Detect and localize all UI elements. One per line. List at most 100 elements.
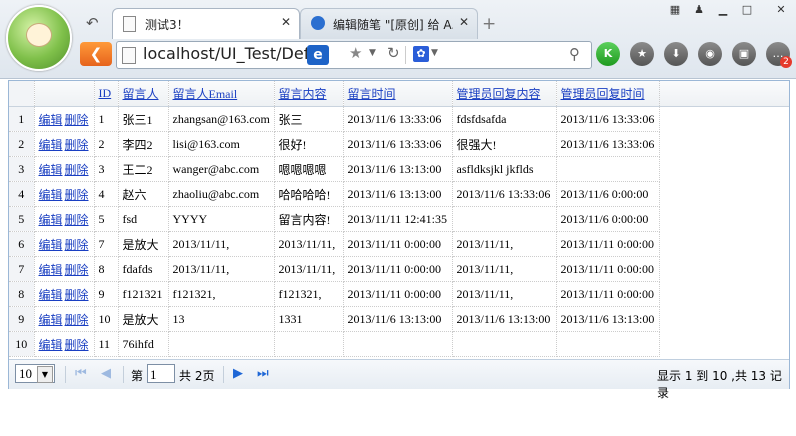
back-button[interactable]: ❮ bbox=[80, 42, 112, 66]
cell-reply-time: 2013/11/6 13:13:00 bbox=[556, 306, 660, 332]
close-window-button[interactable]: ✕ bbox=[768, 2, 794, 18]
minimize-button[interactable]: ▁ bbox=[712, 2, 734, 18]
header-content[interactable]: 留言内容 bbox=[274, 81, 344, 107]
address-url[interactable]: localhost/UI_Test/Defa bbox=[143, 44, 307, 63]
delete-link[interactable]: 删除 bbox=[65, 188, 89, 202]
edit-link[interactable]: 编辑 bbox=[39, 113, 63, 127]
edit-link[interactable]: 编辑 bbox=[39, 163, 63, 177]
notification-badge: 2 bbox=[780, 56, 792, 68]
divider bbox=[223, 366, 224, 383]
prev-page-icon[interactable]: ◀ bbox=[101, 366, 111, 381]
cell-reply: fdsfdsafda bbox=[452, 106, 557, 132]
header-name[interactable]: 留言人 bbox=[118, 81, 169, 107]
row-number: 8 bbox=[9, 281, 35, 307]
edit-link[interactable]: 编辑 bbox=[39, 238, 63, 252]
gamepad-icon[interactable]: ◉ bbox=[698, 42, 722, 66]
edit-link[interactable]: 编辑 bbox=[39, 263, 63, 277]
delete-link[interactable]: 删除 bbox=[65, 338, 89, 352]
chevron-down-icon[interactable]: ▼ bbox=[369, 48, 376, 58]
maximize-button[interactable]: □ bbox=[736, 2, 758, 18]
cell-reply-time: 2013/11/6 0:00:00 bbox=[556, 181, 660, 207]
row-number: 10 bbox=[9, 331, 35, 357]
chevron-down-icon[interactable]: ▼ bbox=[37, 366, 53, 383]
download-icon[interactable]: ⬇ bbox=[664, 42, 688, 66]
page-size-select[interactable]: 10 ▼ bbox=[15, 364, 55, 383]
browser-logo[interactable] bbox=[6, 5, 72, 71]
header-time[interactable]: 留言时间 bbox=[343, 81, 453, 107]
new-tab-button[interactable]: + bbox=[482, 14, 496, 34]
cell-id: 10 bbox=[94, 306, 119, 332]
sort-link[interactable]: 管理员回复内容 bbox=[457, 87, 541, 101]
page-size-value: 10 bbox=[19, 366, 32, 381]
row-number: 6 bbox=[9, 231, 35, 257]
cell-id: 7 bbox=[94, 231, 119, 257]
grid-view-icon[interactable]: ▦ bbox=[664, 2, 686, 18]
sort-link[interactable]: 留言时间 bbox=[348, 87, 396, 101]
app-box-icon[interactable]: ▣ bbox=[732, 42, 756, 66]
ie-mode-icon[interactable]: e bbox=[307, 45, 329, 65]
edit-link[interactable]: 编辑 bbox=[39, 288, 63, 302]
edit-link[interactable]: 编辑 bbox=[39, 213, 63, 227]
message-grid: ID 留言人 留言人Email 留言内容 留言时间 管理员回复内容 管理员回复时… bbox=[8, 80, 790, 400]
sort-link[interactable]: 管理员回复时间 bbox=[561, 87, 645, 101]
cell-reply-time: 2013/11/11 0:00:00 bbox=[556, 231, 660, 257]
sort-link[interactable]: 留言人Email bbox=[173, 87, 238, 101]
edit-link[interactable]: 编辑 bbox=[39, 313, 63, 327]
tab-close-icon[interactable]: ✕ bbox=[281, 15, 291, 29]
cell-reply: 很强大! bbox=[452, 131, 557, 157]
first-page-icon[interactable]: ⏮ bbox=[75, 366, 87, 381]
cell-content: f121321, bbox=[274, 281, 344, 307]
cell-email: zhangsan@163.com bbox=[168, 106, 275, 132]
cell-email: f121321, bbox=[168, 281, 275, 307]
header-email[interactable]: 留言人Email bbox=[168, 81, 275, 107]
cell-email: wanger@abc.com bbox=[168, 156, 275, 182]
chevron-down-icon[interactable]: ▼ bbox=[431, 48, 438, 58]
delete-link[interactable]: 删除 bbox=[65, 163, 89, 177]
tab-active[interactable]: 测试3！ ✕ bbox=[112, 8, 300, 39]
delete-link[interactable]: 删除 bbox=[65, 113, 89, 127]
undo-close-tab-icon[interactable]: ↶ bbox=[86, 14, 104, 32]
k-extension-icon[interactable]: K bbox=[596, 42, 620, 66]
edit-link[interactable]: 编辑 bbox=[39, 188, 63, 202]
search-engine-icon[interactable]: ✿ bbox=[413, 46, 429, 62]
delete-link[interactable]: 删除 bbox=[65, 288, 89, 302]
sort-link[interactable]: 留言人 bbox=[123, 87, 159, 101]
sort-link[interactable]: ID bbox=[99, 86, 112, 100]
delete-link[interactable]: 删除 bbox=[65, 138, 89, 152]
cell-id: 8 bbox=[94, 256, 119, 282]
cell-name: 王二2 bbox=[118, 156, 169, 182]
cell-id: 4 bbox=[94, 181, 119, 207]
divider bbox=[123, 366, 124, 383]
last-page-icon[interactable]: ⏭ bbox=[257, 366, 269, 381]
table-row: 5 编辑 删除 5 fsd YYYY 留言内容! 2013/11/11 12:41:35 201… bbox=[9, 206, 660, 232]
row-number: 3 bbox=[9, 156, 35, 182]
favorites-icon[interactable]: ★ bbox=[630, 42, 654, 66]
page-number-input[interactable]: 1 bbox=[147, 364, 175, 383]
bookmark-star-icon[interactable]: ★ bbox=[349, 44, 362, 62]
header-reply[interactable]: 管理员回复内容 bbox=[452, 81, 557, 107]
table-row: 2 编辑 删除 2 李四2 lisi@163.com 很好! 2013/11/6 13:33:… bbox=[9, 131, 660, 157]
delete-link[interactable]: 删除 bbox=[65, 238, 89, 252]
edit-link[interactable]: 编辑 bbox=[39, 138, 63, 152]
cell-id: 3 bbox=[94, 156, 119, 182]
cell-reply-time: 2013/11/6 13:33:06 bbox=[556, 106, 660, 132]
row-actions: 编辑 删除 bbox=[34, 231, 95, 257]
skin-shirt-icon[interactable]: ♟ bbox=[688, 2, 710, 18]
tab-close-icon[interactable]: ✕ bbox=[459, 15, 469, 29]
refresh-icon[interactable]: ↻ bbox=[387, 44, 400, 62]
delete-link[interactable]: 删除 bbox=[65, 213, 89, 227]
delete-link[interactable]: 删除 bbox=[65, 313, 89, 327]
next-page-icon[interactable]: ▶ bbox=[233, 366, 243, 381]
sort-link[interactable]: 留言内容 bbox=[279, 87, 327, 101]
cell-time: 2013/11/6 13:33:06 bbox=[343, 106, 453, 132]
delete-link[interactable]: 删除 bbox=[65, 263, 89, 277]
divider bbox=[405, 46, 406, 64]
address-bar[interactable]: localhost/UI_Test/Defa e ★ ▼ ↻ ✿ ▼ ⚲ bbox=[116, 41, 592, 69]
edit-link[interactable]: 编辑 bbox=[39, 338, 63, 352]
tab-inactive[interactable]: 编辑随笔 "[原创] 给 A... ✕ bbox=[300, 8, 478, 39]
header-id[interactable]: ID bbox=[94, 81, 119, 107]
header-row: ID 留言人 留言人Email 留言内容 留言时间 管理员回复内容 管理员回复时… bbox=[9, 81, 660, 107]
search-icon[interactable]: ⚲ bbox=[569, 45, 580, 63]
table-row: 8 编辑 删除 9 f121321 f121321, f121321, 2013/11/11 … bbox=[9, 281, 660, 307]
header-reply-time[interactable]: 管理员回复时间 bbox=[556, 81, 660, 107]
